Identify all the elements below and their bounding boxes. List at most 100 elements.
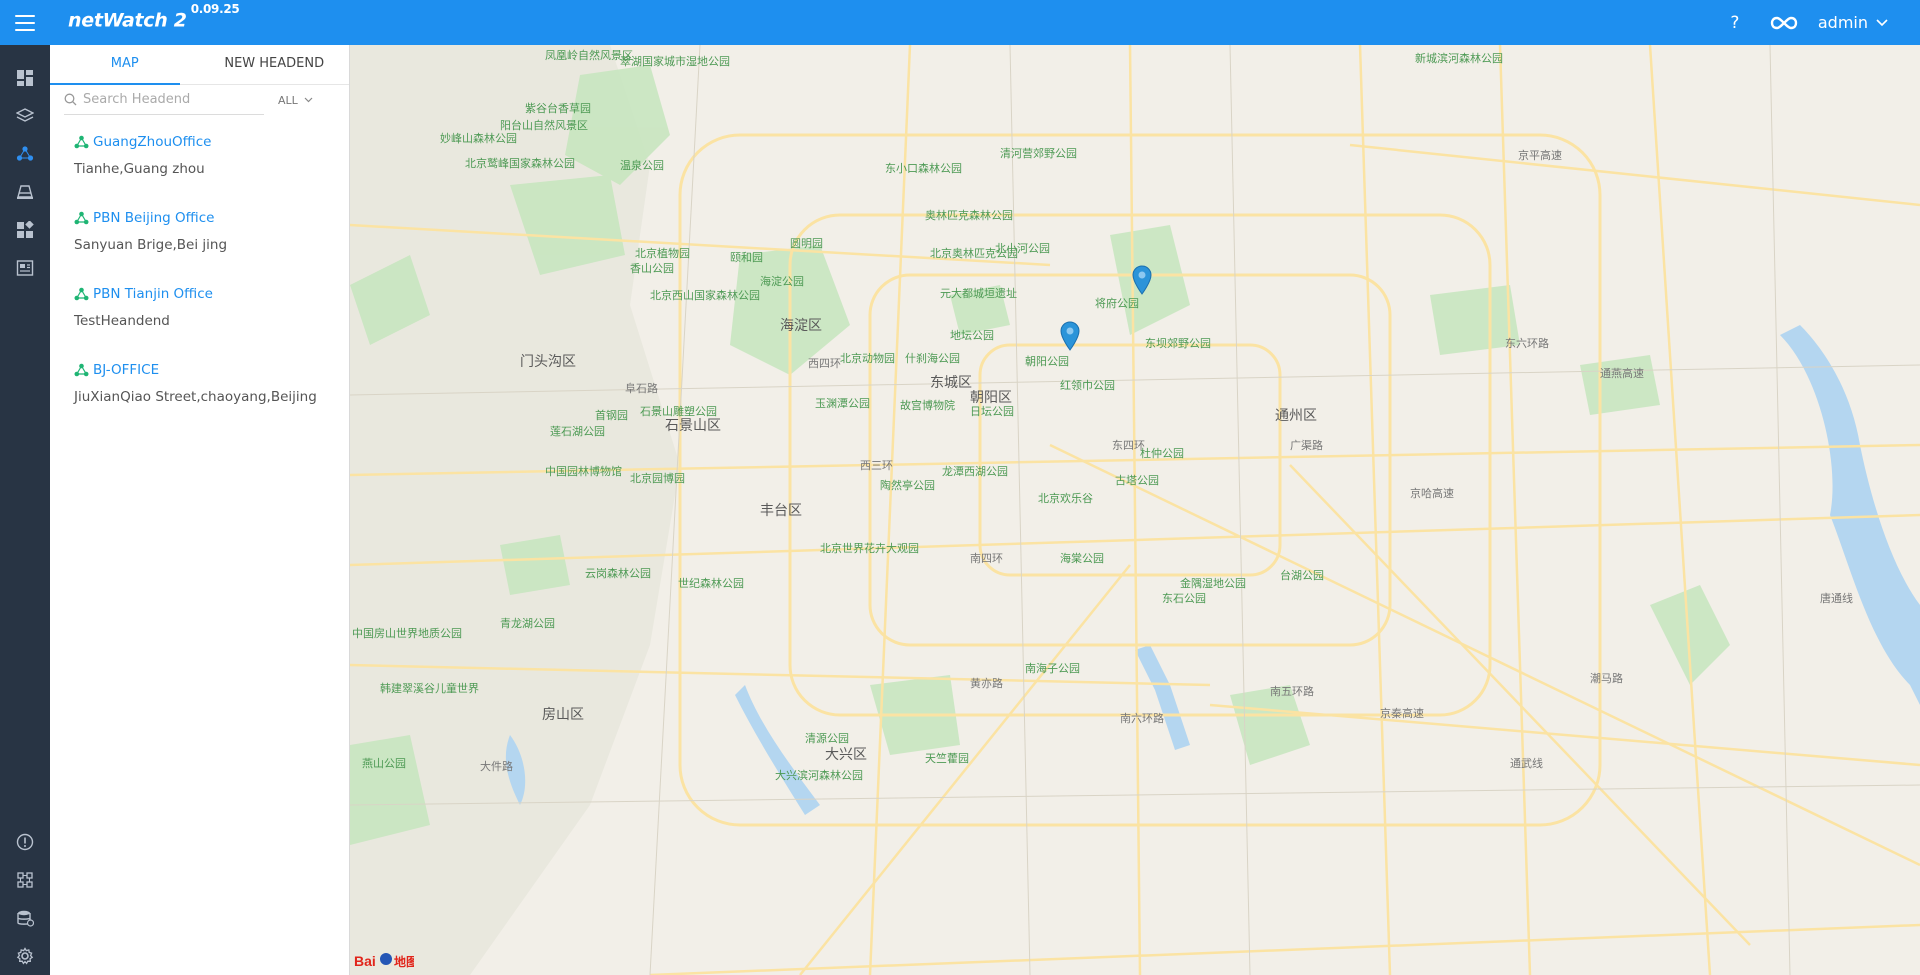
chevron-down-icon xyxy=(1876,18,1888,26)
map-road-label: 西三环 xyxy=(860,459,893,472)
map-park-label: 陶然亭公园 xyxy=(880,479,935,492)
map-road-label: 南四环 xyxy=(970,552,1003,565)
map-road-label: 大件路 xyxy=(480,760,513,773)
map-headend-pin-icon[interactable] xyxy=(1059,321,1081,351)
map-park-label: 东石公园 xyxy=(1162,592,1206,605)
rail-monitor-icon[interactable] xyxy=(0,249,50,287)
map-road-label: 京哈高速 xyxy=(1410,487,1454,500)
map-park-label: 颐和园 xyxy=(730,251,763,264)
active-tab-indicator xyxy=(50,83,180,85)
map-park-label: 海棠公园 xyxy=(1060,552,1104,565)
map-park-label: 古塔公园 xyxy=(1115,474,1159,487)
headend-location: TestHeandend xyxy=(74,313,170,329)
search-icon xyxy=(64,93,77,106)
map-park-label: 北小河公园 xyxy=(995,242,1050,255)
map-road-label: 西四环 xyxy=(808,357,841,370)
map-road-label: 唐通线 xyxy=(1820,592,1853,605)
map-park-label: 南海子公园 xyxy=(1025,662,1080,675)
map-road-label: 京平高速 xyxy=(1518,149,1562,162)
filter-dropdown[interactable]: ALL xyxy=(278,94,313,107)
map-park-label: 清河营郊野公园 xyxy=(1000,147,1077,160)
map-park-label: 天竺藿园 xyxy=(925,752,969,765)
map-park-label: 翠湖国家城市湿地公园 xyxy=(620,55,730,68)
map-park-label: 石景山雕塑公园 xyxy=(640,405,717,418)
map-park-label: 莲石湖公园 xyxy=(550,425,605,438)
headend-network-icon xyxy=(74,363,89,377)
rail-storage-icon[interactable] xyxy=(0,899,50,937)
rail-alarm-icon[interactable] xyxy=(0,823,50,861)
map-road-label: 东四环 xyxy=(1112,439,1145,452)
map-park-label: 杜仲公园 xyxy=(1140,447,1184,460)
tab-new-headend[interactable]: NEW HEADEND xyxy=(200,45,350,84)
map-park-label: 红领巾公园 xyxy=(1060,379,1115,392)
map-park-label: 云岗森林公园 xyxy=(585,567,651,580)
top-bar: netWatch 20.09.25 ? admin xyxy=(0,0,1920,45)
rail-apps-icon[interactable] xyxy=(0,211,50,249)
map-park-label: 日坛公园 xyxy=(970,405,1014,418)
headend-item[interactable]: PBN Beijing Office Sanyuan Brige,Bei jin… xyxy=(50,197,349,273)
map-park-label: 青龙湖公园 xyxy=(500,617,555,630)
map-park-label: 台湖公园 xyxy=(1280,569,1324,582)
rail-network-icon[interactable] xyxy=(0,861,50,899)
map-park-label: 妙峰山森林公园 xyxy=(440,132,517,145)
rail-settings-icon[interactable] xyxy=(0,937,50,975)
svg-text:Bai: Bai xyxy=(354,953,376,969)
map-park-label: 首钢园 xyxy=(595,409,628,422)
map-road-label: 通燕高速 xyxy=(1600,367,1644,380)
map-park-label: 北京园博园 xyxy=(630,472,685,485)
headend-location: Tianhe,Guang zhou xyxy=(74,161,205,177)
left-rail xyxy=(0,45,50,975)
map-headend-pin-icon[interactable] xyxy=(1131,265,1153,295)
map-park-label: 中国房山世界地质公园 xyxy=(352,627,462,640)
map-district-label: 海淀区 xyxy=(780,318,822,334)
map-road-label: 通武线 xyxy=(1510,757,1543,770)
map-road-label: 阜石路 xyxy=(625,382,658,395)
filter-value: ALL xyxy=(278,93,298,107)
baidu-paw-icon: Bai 地图 xyxy=(354,953,414,969)
map-park-label: 北京西山国家森林公园 xyxy=(650,289,760,302)
hamburger-menu-icon[interactable] xyxy=(0,0,50,45)
map-park-label: 海淀公园 xyxy=(760,275,804,288)
rail-layers-icon[interactable] xyxy=(0,97,50,135)
map-canvas[interactable]: 海淀区 门头沟区 石景山区 丰台区 东城区 朝阳区 通州区 房山区 大兴区 凤凰… xyxy=(350,45,1920,975)
headend-item[interactable]: PBN Tianjin Office TestHeandend xyxy=(50,273,349,349)
map-base-layer xyxy=(350,45,1920,975)
svg-text:地图: 地图 xyxy=(394,954,414,969)
headend-panel: MAP NEW HEADEND ALL GuangZhouOffice Tian… xyxy=(50,45,350,975)
map-district-label: 房山区 xyxy=(542,707,584,723)
help-icon[interactable]: ? xyxy=(1720,13,1750,33)
map-park-label: 故宫博物院 xyxy=(900,399,955,412)
baidu-map-logo: Bai 地图 xyxy=(354,949,414,971)
headend-network-icon xyxy=(74,211,89,225)
headend-item[interactable]: GuangZhouOffice Tianhe,Guang zhou xyxy=(50,121,349,197)
headend-name: PBN Tianjin Office xyxy=(93,286,213,302)
map-park-label: 北京世界花卉大观园 xyxy=(820,542,919,555)
infinity-icon[interactable] xyxy=(1764,0,1804,45)
map-district-label: 丰台区 xyxy=(760,503,802,519)
map-road-label: 潮马路 xyxy=(1590,672,1623,685)
map-park-label: 龙潭西湖公园 xyxy=(942,465,1008,478)
search-headend-input[interactable] xyxy=(83,92,253,107)
user-menu[interactable]: admin xyxy=(1818,13,1888,32)
headend-location: Sanyuan Brige,Bei jing xyxy=(74,237,228,253)
map-park-label: 韩建翠溪谷儿童世界 xyxy=(380,682,479,695)
map-park-label: 香山公园 xyxy=(630,262,674,275)
map-district-label: 东城区 xyxy=(930,375,972,391)
map-park-label: 燕山公园 xyxy=(362,757,406,770)
map-park-label: 东坝郊野公园 xyxy=(1145,337,1211,350)
map-road-label: 南五环路 xyxy=(1270,685,1314,698)
map-park-label: 将府公园 xyxy=(1095,297,1139,310)
rail-devices-icon[interactable] xyxy=(0,173,50,211)
panel-tabs: MAP NEW HEADEND xyxy=(50,45,349,85)
headend-network-icon xyxy=(74,287,89,301)
rail-dashboard-icon[interactable] xyxy=(0,59,50,97)
map-park-label: 中国园林博物馆 xyxy=(545,465,622,478)
map-park-label: 紫谷台香草园 xyxy=(525,102,591,115)
map-park-label: 奥林匹克森林公园 xyxy=(925,209,1013,222)
tab-map[interactable]: MAP xyxy=(50,45,200,84)
map-park-label: 大兴滨河森林公园 xyxy=(775,769,863,782)
headend-item[interactable]: BJ-OFFICE JiuXianQiao Street,chaoyang,Be… xyxy=(50,349,349,425)
map-park-label: 元大都城垣遗址 xyxy=(940,287,1017,300)
rail-topology-icon[interactable] xyxy=(0,135,50,173)
headend-name: GuangZhouOffice xyxy=(93,134,212,150)
